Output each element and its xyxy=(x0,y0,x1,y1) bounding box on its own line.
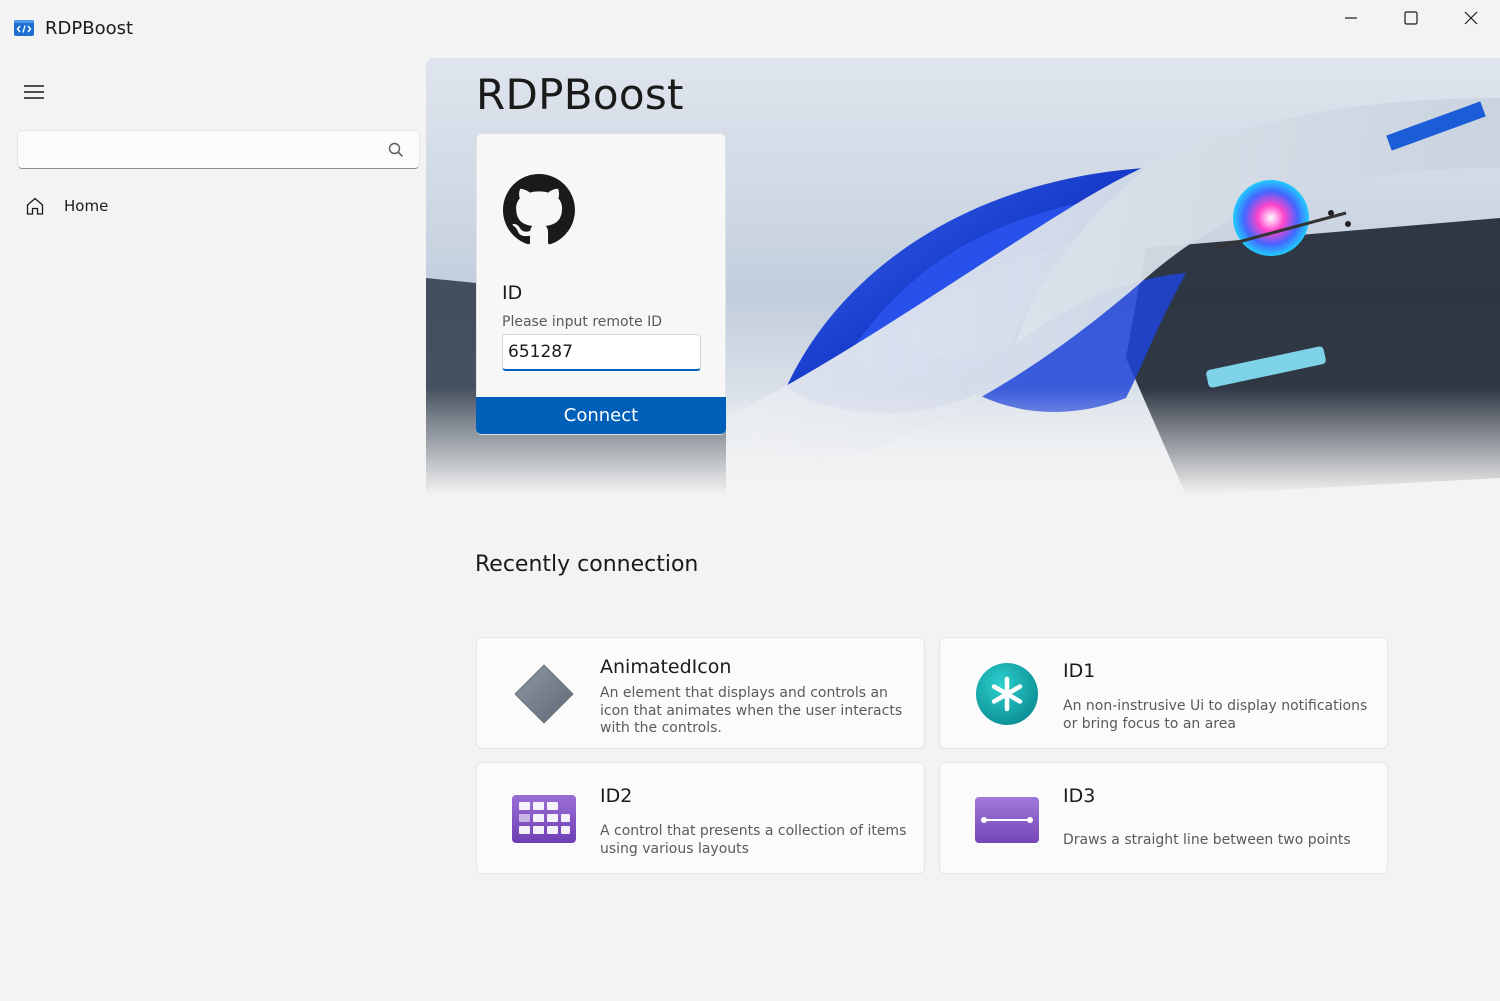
recent-item-description: An non-instrusive Ui to display notifica… xyxy=(1063,698,1368,732)
remote-id-input[interactable] xyxy=(508,339,693,365)
connect-card: ID Please input remote ID xyxy=(476,133,726,435)
hero-banner: RDPBoost ID Please input remote ID Conne… xyxy=(426,58,1500,495)
recent-section-title: Recently connection xyxy=(475,552,699,577)
recent-item-description: A control that presents a collection of … xyxy=(600,823,907,857)
app-window: RDPBoost Home RDPBoost ID Please input r… xyxy=(0,0,1500,1001)
remote-id-field[interactable] xyxy=(502,334,701,371)
window-title: RDPBoost xyxy=(45,18,134,39)
maximize-icon xyxy=(1404,11,1418,25)
minimize-icon xyxy=(1345,17,1357,19)
line-icon xyxy=(975,797,1039,843)
hamburger-icon xyxy=(24,85,44,99)
recent-item-card[interactable]: ID3 Draws a straight line between two po… xyxy=(939,762,1388,874)
minimize-button[interactable] xyxy=(1322,0,1380,36)
nav-item-label: Home xyxy=(64,197,109,215)
recent-item-title: AnimatedIcon xyxy=(600,656,732,678)
maximize-button[interactable] xyxy=(1382,0,1440,36)
hero-title: RDPBoost xyxy=(476,70,684,119)
recent-item-title: ID2 xyxy=(600,785,633,807)
github-icon xyxy=(503,174,575,245)
recent-item-title: ID3 xyxy=(1063,785,1096,807)
home-icon xyxy=(26,197,44,215)
nav-menu-button[interactable] xyxy=(16,76,52,108)
search-box[interactable] xyxy=(17,130,420,169)
id-hint: Please input remote ID xyxy=(502,314,663,330)
close-button[interactable] xyxy=(1442,0,1500,36)
recent-item-card[interactable]: ID1 An non-instrusive Ui to display noti… xyxy=(939,637,1388,749)
recent-item-description: Draws a straight line between two points xyxy=(1063,832,1351,848)
search-input[interactable] xyxy=(28,137,378,163)
diamond-icon xyxy=(514,664,574,724)
recent-item-card[interactable]: ID2 A control that presents a collection… xyxy=(476,762,925,874)
recent-item-card[interactable]: AnimatedIcon An element that displays an… xyxy=(476,637,925,749)
recent-item-title: ID1 xyxy=(1063,660,1096,682)
close-icon xyxy=(1464,11,1478,25)
id-label: ID xyxy=(502,282,523,304)
recent-item-description: An element that displays and controls an… xyxy=(600,685,903,736)
search-icon[interactable] xyxy=(387,141,405,159)
title-bar: RDPBoost xyxy=(0,0,1500,48)
asterisk-icon xyxy=(976,663,1038,725)
connect-button[interactable]: Connect xyxy=(476,397,726,434)
nav-item-home[interactable]: Home xyxy=(17,188,420,226)
grid-icon xyxy=(512,795,576,843)
app-icon xyxy=(14,20,34,36)
